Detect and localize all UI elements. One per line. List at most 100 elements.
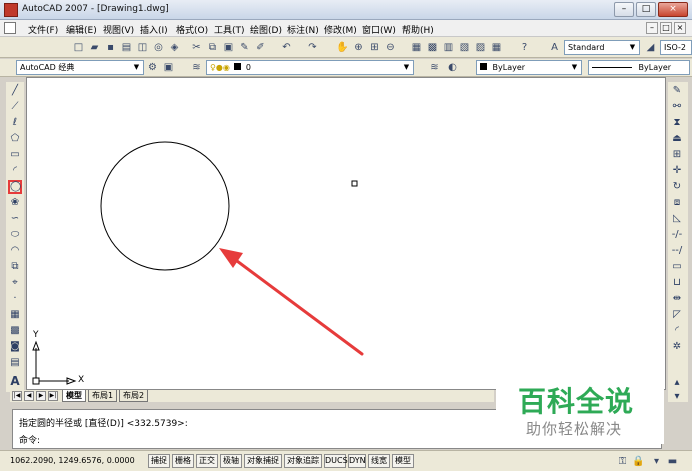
gradient-icon[interactable]: ▩ (8, 324, 22, 338)
zoom-window-icon[interactable]: ⊞ (368, 41, 381, 54)
osnap-toggle[interactable]: 对象捕捉 (244, 454, 282, 468)
tab-first-button[interactable]: |◀ (12, 391, 22, 401)
text-style-select[interactable]: Standard ▼ (564, 40, 640, 55)
menu-format[interactable]: 格式(O) (176, 23, 208, 36)
match-properties-icon[interactable]: ✎ (238, 41, 251, 54)
model-toggle[interactable]: 模型 (392, 454, 414, 468)
workspace-settings-icon[interactable]: ⚙ (146, 61, 159, 74)
region-icon[interactable]: ◙ (8, 340, 22, 354)
lineweight-toggle[interactable]: 线宽 (368, 454, 390, 468)
dyn-toggle[interactable]: DYN (348, 454, 366, 468)
extend-icon[interactable]: --/ (670, 244, 684, 258)
new-file-icon[interactable]: □ (72, 41, 85, 54)
line-icon[interactable]: ╱ (8, 84, 22, 98)
paste-icon[interactable]: ▣ (222, 41, 235, 54)
doc-restore-button[interactable]: □ (660, 22, 672, 34)
polar-toggle[interactable]: 极轴 (220, 454, 242, 468)
tab-model[interactable]: 模型 (62, 390, 86, 402)
ellipse-arc-icon[interactable]: ◠ (8, 244, 22, 258)
layer-previous-icon[interactable]: ◐ (446, 61, 459, 74)
zoom-realtime-icon[interactable]: ⊕ (352, 41, 365, 54)
otrack-toggle[interactable]: 对象追踪 (284, 454, 322, 468)
multiline-text-icon[interactable]: A (8, 374, 22, 388)
linetype-select[interactable]: ByLayer (588, 60, 690, 75)
close-button[interactable]: × (658, 2, 688, 17)
revision-cloud-icon[interactable]: ❀ (8, 196, 22, 210)
break-at-point-icon[interactable]: ▭ (670, 260, 684, 274)
workspace-select[interactable]: AutoCAD 经典 ▼ (16, 60, 144, 75)
fillet-icon[interactable]: ◜ (670, 324, 684, 338)
layer-select[interactable]: ♀●◉ 0 ▼ (206, 60, 414, 75)
cut-icon[interactable]: ✂ (190, 41, 203, 54)
plot-icon[interactable]: ◈ (168, 41, 181, 54)
design-center-icon[interactable]: ▩ (426, 41, 439, 54)
palette-scroll-up-icon[interactable]: ▴ (670, 376, 684, 390)
doc-minimize-button[interactable]: – (646, 22, 658, 34)
pan-icon[interactable]: ✋ (336, 41, 349, 54)
undo-icon[interactable]: ↶ (280, 41, 293, 54)
block-editor-icon[interactable]: ✐ (254, 41, 267, 54)
open-file-icon[interactable]: ▰ (88, 41, 101, 54)
menu-help[interactable]: 帮助(H) (402, 23, 434, 36)
menu-window[interactable]: 窗口(W) (362, 23, 396, 36)
tray-settings-icon[interactable]: ▾ (650, 455, 663, 468)
point-icon[interactable]: · (8, 292, 22, 306)
document-icon[interactable] (4, 22, 16, 34)
grid-toggle[interactable]: 栅格 (172, 454, 194, 468)
lock-icon[interactable]: 🔒 (632, 455, 645, 468)
insert-block-icon[interactable]: ⧉ (8, 260, 22, 274)
break-icon[interactable]: ⊔ (670, 276, 684, 290)
markup-icon[interactable]: ▨ (474, 41, 487, 54)
explode-icon[interactable]: ✲ (670, 340, 684, 354)
ducs-toggle[interactable]: DUCS (324, 454, 348, 468)
menu-file[interactable]: 文件(F) (28, 23, 58, 36)
menu-view[interactable]: 视图(V) (103, 23, 134, 36)
arc-icon[interactable]: ◜ (8, 164, 22, 178)
make-layer-current-icon[interactable]: ≋ (428, 61, 441, 74)
tool-palettes-icon[interactable]: ▥ (442, 41, 455, 54)
menu-modify[interactable]: 修改(M) (324, 23, 357, 36)
doc-close-button[interactable]: × (674, 22, 686, 34)
construction-line-icon[interactable]: ⟋ (8, 100, 22, 114)
polyline-icon[interactable]: ℓ (8, 116, 22, 130)
calculator-icon[interactable]: ▦ (490, 41, 503, 54)
erase-icon[interactable]: ✎ (670, 84, 684, 98)
save-icon[interactable]: ▪ (104, 41, 117, 54)
rectangle-icon[interactable]: ▭ (8, 148, 22, 162)
trim-icon[interactable]: -/- (670, 228, 684, 242)
array-icon[interactable]: ⊞ (670, 148, 684, 162)
print-preview-icon[interactable]: ◫ (136, 41, 149, 54)
hatch-icon[interactable]: ▦ (8, 308, 22, 322)
join-icon[interactable]: ⇹ (670, 292, 684, 306)
stretch-icon[interactable]: ◺ (670, 212, 684, 226)
polygon-icon[interactable]: ⬠ (8, 132, 22, 146)
drawing-area[interactable]: Y X (26, 77, 666, 390)
tab-next-button[interactable]: ▶ (36, 391, 46, 401)
my-workspace-icon[interactable]: ▣ (162, 61, 175, 74)
scale-icon[interactable]: ⧈ (670, 196, 684, 210)
properties-icon[interactable]: ▦ (410, 41, 423, 54)
sheet-set-icon[interactable]: ▧ (458, 41, 471, 54)
zoom-previous-icon[interactable]: ⊖ (384, 41, 397, 54)
maximize-button[interactable]: □ (636, 2, 656, 17)
print-icon[interactable]: ▤ (120, 41, 133, 54)
redo-icon[interactable]: ↷ (306, 41, 319, 54)
table-icon[interactable]: ▤ (8, 356, 22, 370)
publish-icon[interactable]: ◎ (152, 41, 165, 54)
menu-edit[interactable]: 编辑(E) (66, 23, 97, 36)
snap-toggle[interactable]: 捕捉 (148, 454, 170, 468)
help-icon[interactable]: ? (518, 41, 531, 54)
copy-icon[interactable]: ⧉ (206, 41, 219, 54)
rotate-icon[interactable]: ↻ (670, 180, 684, 194)
spline-icon[interactable]: ∽ (8, 212, 22, 226)
menu-insert[interactable]: 插入(I) (140, 23, 168, 36)
drawn-circle[interactable] (100, 141, 230, 271)
tab-layout1[interactable]: 布局1 (88, 390, 118, 402)
menu-tools[interactable]: 工具(T) (214, 23, 245, 36)
tab-prev-button[interactable]: ◀ (24, 391, 34, 401)
chamfer-icon[interactable]: ◸ (670, 308, 684, 322)
mirror-icon[interactable]: ⧗ (670, 116, 684, 130)
palette-scroll-down-icon[interactable]: ▾ (670, 390, 684, 404)
minimize-button[interactable]: – (614, 2, 634, 17)
menu-draw[interactable]: 绘图(D) (250, 23, 282, 36)
